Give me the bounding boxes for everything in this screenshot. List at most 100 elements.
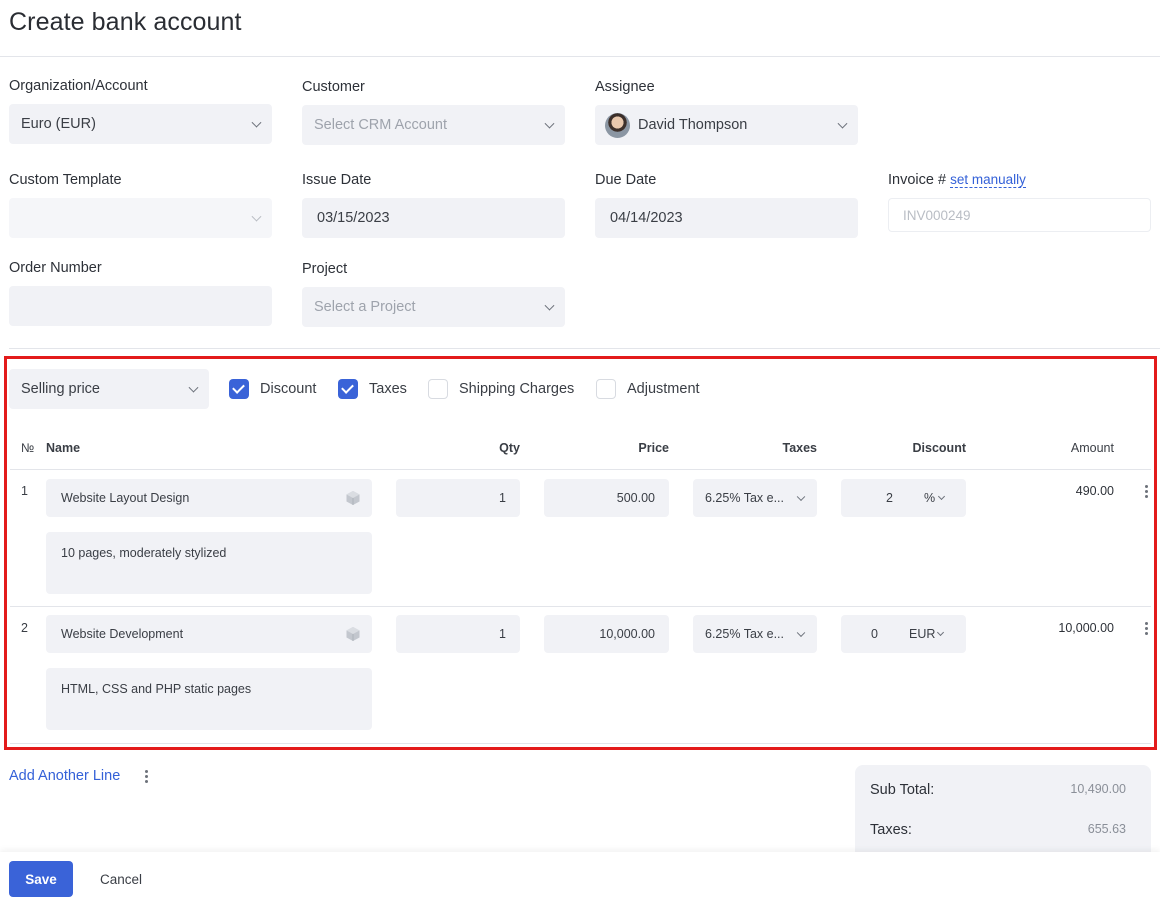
discount-unit-select[interactable]: EUR	[909, 627, 935, 641]
order-number-field[interactable]	[9, 286, 272, 326]
adjustment-checkbox-label: Adjustment	[627, 381, 700, 397]
column-header-name: Name	[46, 441, 81, 455]
subtotal-label: Sub Total:	[870, 782, 935, 798]
price-type-select[interactable]: Selling price	[9, 369, 209, 409]
item-name-input[interactable]: Website Layout Design	[46, 479, 372, 517]
set-manually-link[interactable]: set manually	[950, 172, 1026, 188]
shipping-charges-checkbox[interactable]	[428, 379, 448, 399]
project-select[interactable]: Select a Project	[302, 287, 565, 327]
issue-date-value: 03/15/2023	[317, 210, 390, 226]
price-value: 10,000.00	[599, 627, 655, 641]
discount-checkbox[interactable]	[229, 379, 249, 399]
save-button[interactable]: Save	[9, 861, 73, 897]
organization-label: Organization/Account	[9, 78, 148, 94]
assignee-select[interactable]: David Thompson	[595, 105, 858, 145]
column-header-num: №	[21, 441, 35, 455]
add-another-line-link[interactable]: Add Another Line	[9, 768, 120, 784]
table-header-divider	[10, 469, 1151, 470]
chevron-down-icon	[251, 117, 262, 128]
row-menu-icon[interactable]	[1145, 485, 1149, 500]
customer-label: Customer	[302, 79, 365, 95]
invoice-number-input[interactable]: INV000249	[888, 198, 1151, 232]
discount-field[interactable]: 0 EUR	[841, 615, 966, 653]
item-name-value: Website Layout Design	[61, 491, 190, 505]
price-type-value: Selling price	[21, 381, 100, 397]
due-date-field[interactable]: 04/14/2023	[595, 198, 858, 238]
taxes-checkbox-label: Taxes	[369, 381, 407, 397]
chevron-down-icon	[936, 628, 945, 637]
price-value: 500.00	[616, 491, 655, 505]
qty-input[interactable]: 1	[396, 479, 520, 517]
item-description-value: 10 pages, moderately stylized	[61, 546, 227, 560]
tax-select[interactable]: 6.25% Tax e...	[693, 479, 817, 517]
column-header-discount: Discount	[912, 441, 966, 455]
chevron-down-icon	[796, 628, 806, 638]
taxes-total-value: 655.63	[1087, 822, 1126, 836]
subtotal-value: 10,490.00	[1070, 782, 1126, 796]
row-divider	[10, 743, 1151, 744]
invoice-placeholder: INV000249	[903, 207, 971, 223]
column-header-amount: Amount	[1070, 441, 1114, 455]
chevron-down-icon	[188, 382, 199, 393]
invoice-label-group: Invoice # set manually	[888, 172, 1026, 188]
product-box-icon[interactable]	[345, 490, 361, 506]
price-input[interactable]: 10,000.00	[544, 615, 669, 653]
qty-value: 1	[499, 627, 506, 641]
tax-value: 6.25% Tax e...	[705, 627, 784, 641]
more-options-icon[interactable]	[145, 770, 149, 785]
tax-value: 6.25% Tax e...	[705, 491, 784, 505]
discount-unit-select[interactable]: %	[924, 491, 935, 505]
price-input[interactable]: 500.00	[544, 479, 669, 517]
customer-select[interactable]: Select CRM Account	[302, 105, 565, 145]
item-description-textarea[interactable]: 10 pages, moderately stylized	[46, 532, 372, 594]
section-divider	[9, 348, 1160, 349]
discount-checkbox-label: Discount	[260, 381, 317, 397]
row-number: 1	[21, 484, 28, 498]
header-divider	[0, 56, 1160, 57]
issue-date-field[interactable]: 03/15/2023	[302, 198, 565, 238]
page-title: Create bank account	[9, 8, 242, 36]
order-number-label: Order Number	[9, 260, 102, 276]
footer-bar	[0, 852, 1160, 902]
chevron-down-icon	[837, 118, 848, 129]
project-placeholder: Select a Project	[314, 299, 416, 315]
qty-value: 1	[499, 491, 506, 505]
avatar	[605, 112, 630, 138]
custom-template-select[interactable]	[9, 198, 272, 238]
row-divider	[10, 606, 1151, 607]
project-label: Project	[302, 261, 348, 277]
due-date-value: 04/14/2023	[610, 210, 683, 226]
line-amount: 10,000.00	[1058, 621, 1114, 635]
due-date-label: Due Date	[595, 172, 657, 188]
assignee-value: David Thompson	[638, 117, 748, 133]
tax-select[interactable]: 6.25% Tax e...	[693, 615, 817, 653]
taxes-checkbox[interactable]	[338, 379, 358, 399]
item-description-textarea[interactable]: HTML, CSS and PHP static pages	[46, 668, 372, 730]
item-name-value: Website Development	[61, 627, 184, 641]
column-header-price: Price	[638, 441, 669, 455]
discount-value: 0	[871, 627, 878, 641]
invoice-label: Invoice #	[888, 172, 947, 188]
item-description-value: HTML, CSS and PHP static pages	[61, 682, 252, 696]
line-amount: 490.00	[1075, 484, 1114, 498]
chevron-down-icon	[251, 211, 262, 222]
chevron-down-icon	[544, 300, 555, 311]
customer-placeholder: Select CRM Account	[314, 117, 447, 133]
product-box-icon[interactable]	[345, 626, 361, 642]
column-header-taxes: Taxes	[782, 441, 817, 455]
custom-template-label: Custom Template	[9, 172, 122, 188]
discount-field[interactable]: 2 %	[841, 479, 966, 517]
qty-input[interactable]: 1	[396, 615, 520, 653]
item-name-input[interactable]: Website Development	[46, 615, 372, 653]
organization-select[interactable]: Euro (EUR)	[9, 104, 272, 144]
row-menu-icon[interactable]	[1145, 622, 1149, 637]
issue-date-label: Issue Date	[302, 172, 372, 188]
assignee-label: Assignee	[595, 79, 655, 95]
chevron-down-icon	[937, 492, 946, 501]
discount-value: 2	[886, 491, 893, 505]
organization-value: Euro (EUR)	[21, 116, 96, 132]
shipping-charges-checkbox-label: Shipping Charges	[459, 381, 575, 397]
row-number: 2	[21, 621, 28, 635]
cancel-button[interactable]: Cancel	[100, 872, 142, 887]
adjustment-checkbox[interactable]	[596, 379, 616, 399]
